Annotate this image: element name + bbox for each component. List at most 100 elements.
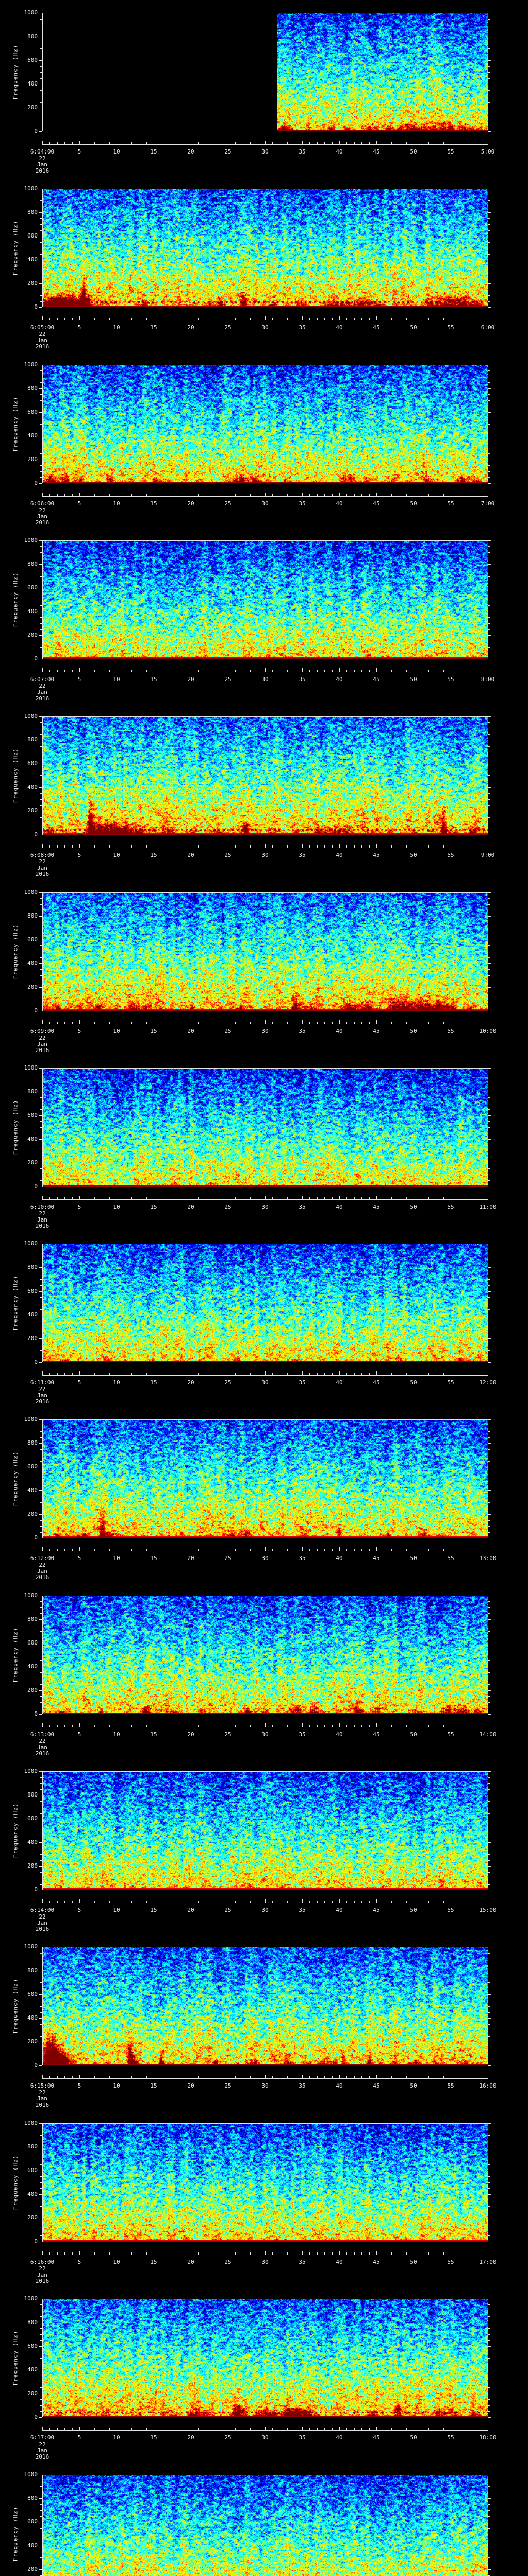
y-tick-label: 200 [27,2214,38,2221]
x-tick-label: 40 [336,324,343,331]
y-tick-label: 600 [27,2166,38,2174]
y-tick-label: 0 [34,655,38,662]
y-major-tick [39,2018,42,2019]
y-minor-tick [40,477,42,478]
y-minor-tick [40,1449,42,1450]
y-major-tick-right [488,1115,491,1116]
x-major-tick [265,1371,266,1376]
y-minor-tick [40,1696,42,1697]
y-major-tick [39,1067,42,1069]
y-minor-tick-right [488,799,490,800]
x-tick-label: 30 [261,675,269,683]
y-tick-label: 600 [27,1111,38,1118]
y-minor-tick-right [488,2411,490,2412]
x-minor-tick [406,669,407,672]
x-major-tick [376,1371,377,1376]
x-minor-tick [250,494,251,496]
x-tick-label: 45 [373,1203,380,1210]
x-minor-tick [369,494,370,496]
x-tick-label: 45 [373,675,380,683]
date-line: 22 [39,1737,46,1744]
x-minor-tick [146,142,147,144]
x-minor-tick [354,1373,355,1376]
x-tick-label: 20 [187,500,194,507]
x-tick-label: 5 [77,2434,81,2441]
y-minor-tick [40,2012,42,2013]
date-line: 2016 [35,1398,50,1405]
x-tick-label: 40 [336,852,343,859]
y-major-tick [39,483,42,484]
y-minor-tick [40,2387,42,2388]
x-minor-tick [354,1197,355,1199]
x-minor-tick [428,2428,429,2430]
spectrogram-image [42,13,488,131]
y-minor-tick-right [488,78,490,79]
x-minor-tick [309,1549,310,1551]
y-tick-label: 800 [27,209,38,216]
y-minor-tick [40,19,42,20]
x-minor-tick [146,318,147,320]
x-major-tick [376,2250,377,2255]
x-minor-tick [346,1197,348,1199]
y-minor-tick-right [488,1297,490,1298]
x-minor-tick [250,1549,251,1551]
y-tick-label: 800 [27,1264,38,1271]
x-tick-label: 25 [224,148,232,155]
x-minor-tick [72,318,73,320]
y-tick-label: 1000 [24,2471,38,2478]
frequency-axis-title: Frequency (Hz) [12,1275,19,1331]
x-minor-tick [94,1373,95,1376]
x-minor-tick [131,494,132,496]
y-tick-label: 0 [34,831,38,838]
y-tick-label: 400 [27,607,38,615]
x-minor-tick [369,1549,370,1551]
y-major-tick [39,1619,42,1620]
y-minor-tick-right [488,2399,490,2400]
y-major-tick [39,283,42,284]
spectrogram-panel: Frequency (Hz) 0 200 400 600 800 1000 6:12:00 5 1… [0,1406,528,1582]
x-minor-tick [346,2428,348,2430]
x-major-tick [79,1195,80,1199]
y-minor-tick-right [488,775,490,776]
x-minor-tick [272,1197,273,1199]
x-minor-tick [109,1373,110,1376]
x-major-tick [339,316,340,320]
x-minor-tick [131,2428,132,2430]
y-major-tick-right [488,1690,491,1691]
x-tick-label: 50 [410,1379,417,1386]
y-minor-tick-right [488,2235,490,2236]
y-major-tick [39,2569,42,2570]
x-major-tick [376,1547,377,1551]
y-minor-tick [40,1309,42,1310]
panel-end-time-label: 14:00 [479,1731,497,1738]
x-major-tick [79,316,80,320]
y-tick-label: 1000 [24,713,38,720]
x-minor-tick [354,2428,355,2430]
x-tick-label: 30 [261,2082,269,2090]
x-minor-tick [361,845,362,848]
x-tick-label: 40 [336,500,343,507]
x-tick-label: 55 [447,852,454,859]
x-minor-tick [369,318,370,320]
x-minor-tick [57,2252,58,2255]
y-tick-label: 400 [27,784,38,791]
y-major-tick-right [488,716,491,717]
y-minor-tick-right [488,1660,490,1662]
x-tick-label: 15 [150,500,157,507]
x-minor-tick [369,1197,370,1199]
spectrogram-panel: Frequency (Hz)020040060080010006:18:0051… [0,2462,528,2576]
y-minor-tick [40,817,42,818]
x-minor-tick [324,669,325,672]
x-minor-tick [361,1724,362,1727]
x-tick-label: 50 [410,852,417,859]
x-tick-label: 50 [410,1731,417,1738]
x-tick-label: 40 [336,1203,343,1210]
y-minor-tick [40,1684,42,1685]
y-minor-tick [40,1461,42,1462]
x-tick-label: 15 [150,1731,157,1738]
y-minor-tick-right [488,72,490,73]
y-tick-label: 800 [27,1615,38,1622]
y-major-tick-right [488,2569,491,2570]
y-minor-tick [40,242,42,243]
y-minor-tick [40,2510,42,2511]
